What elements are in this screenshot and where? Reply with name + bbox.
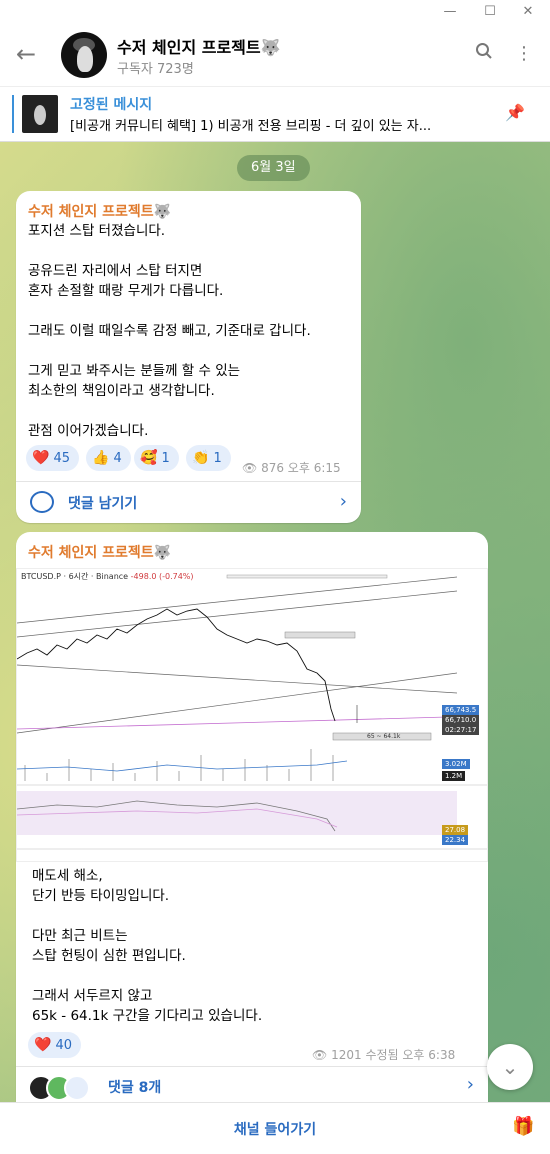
pin-icon[interactable]: 📌 <box>505 103 525 122</box>
message-text: 매도세 해소, 단기 반등 타이밍입니다. 다만 최근 비트는 스탑 헌팅이 심… <box>32 868 263 1024</box>
reaction-heart[interactable]: ❤️ 40 <box>28 1032 81 1058</box>
comments-button[interactable]: 댓글 8개 › <box>16 1066 488 1103</box>
channel-avatar[interactable] <box>61 32 107 78</box>
search-icon[interactable] <box>472 42 496 66</box>
pinned-message-bar[interactable]: 고정된 메시지 [비공개 커뮤니티 혜택] 1) 비공개 전용 브리핑 - 더 … <box>0 86 550 142</box>
avatar <box>64 1075 90 1101</box>
price-label: 66,743.5 <box>442 705 480 715</box>
eye-icon: 👁 <box>312 1048 328 1062</box>
subscriber-count: 구독자 723명 <box>117 62 194 77</box>
back-arrow-icon[interactable]: ← <box>16 40 44 68</box>
channel-title[interactable]: 수저 체인지 프로젝트🐺 <box>117 34 281 58</box>
timer-label: 02:27:17 <box>442 725 480 735</box>
leave-comment-button[interactable]: 댓글 남기기 › <box>16 481 361 522</box>
reaction-thumbs-up[interactable]: 👍 4 <box>86 445 131 471</box>
chevron-right-icon: › <box>466 1074 474 1095</box>
scroll-down-button[interactable]: ⌄ <box>487 1044 533 1090</box>
view-count: 876 <box>261 461 284 475</box>
pinned-thumbnail <box>22 95 58 133</box>
indicator-label: 22.34 <box>442 835 469 845</box>
reaction-heart[interactable]: ❤️ 45 <box>26 445 79 471</box>
chevron-down-icon: ⌄ <box>501 1055 519 1079</box>
price-label: 66,710.0 <box>442 715 480 725</box>
comment-count-label: 댓글 8개 <box>108 1080 162 1096</box>
date-separator: 6월 3일 <box>237 155 310 181</box>
more-vertical-icon[interactable]: ⋮ <box>512 42 536 66</box>
heart-icon: ❤️ <box>32 450 50 466</box>
join-channel-button[interactable]: 채널 들어가기 <box>0 1119 550 1139</box>
reaction-love-face[interactable]: 🥰 1 <box>134 445 179 471</box>
view-count: 1201 <box>331 1048 362 1062</box>
message-sender[interactable]: 수저 체인지 프로젝트🐺 <box>28 542 171 562</box>
volume-label: 1.2M <box>442 771 466 781</box>
pinned-text: [비공개 커뮤니티 혜택] 1) 비공개 전용 브리핑 - 더 깊이 있는 자.… <box>70 119 432 134</box>
message-text: 포지션 스탑 터졌습니다. 공유드린 자리에서 스탑 터지면 혼자 손절할 때랑… <box>28 223 311 439</box>
message-bubble: 수저 체인지 프로젝트🐺 포지션 스탑 터졌습니다. 공유드린 자리에서 스탑 … <box>16 191 361 523</box>
message-meta: 👁 1201 수정됨 오후 6:38 <box>312 1046 455 1063</box>
volume-label: 3.02M <box>442 759 470 769</box>
message-sender[interactable]: 수저 체인지 프로젝트🐺 <box>28 201 171 221</box>
bottom-bar: 채널 들어가기 🎁 <box>0 1102 550 1154</box>
message-meta: 👁 876 오후 6:15 <box>242 459 341 476</box>
thumbs-up-icon: 👍 <box>92 450 110 466</box>
clap-icon: 👏 <box>192 450 210 466</box>
chart-image[interactable]: BTCUSD.P · 6시간 · Binance -498.0 (-0.74%) <box>16 568 488 862</box>
maximize-icon[interactable]: ☐ <box>480 4 500 20</box>
chat-header: ← 수저 체인지 프로젝트🐺 구독자 723명 ⋮ <box>0 24 550 86</box>
love-face-icon: 🥰 <box>140 450 158 466</box>
zone-label: 65 ~ 64.1k <box>367 733 401 740</box>
message-time: 수정됨 오후 6:38 <box>365 1048 456 1062</box>
eye-icon: 👁 <box>242 461 258 475</box>
minimize-icon[interactable]: — <box>440 4 460 20</box>
indicator-label: 27.08 <box>442 825 469 835</box>
pinned-title: 고정된 메시지 <box>70 97 153 113</box>
window-titlebar: — ☐ ✕ <box>0 0 550 24</box>
reaction-clap[interactable]: 👏 1 <box>186 445 231 471</box>
gift-icon[interactable]: 🎁 <box>512 1116 534 1137</box>
heart-icon: ❤️ <box>34 1037 52 1053</box>
chevron-right-icon: › <box>339 491 347 512</box>
comment-label: 댓글 남기기 <box>68 496 138 512</box>
close-icon[interactable]: ✕ <box>518 4 538 20</box>
comment-bubble-icon <box>30 491 54 513</box>
price-chart <box>17 574 487 850</box>
message-time: 오후 6:15 <box>287 461 341 475</box>
pinned-indicator <box>12 95 14 133</box>
